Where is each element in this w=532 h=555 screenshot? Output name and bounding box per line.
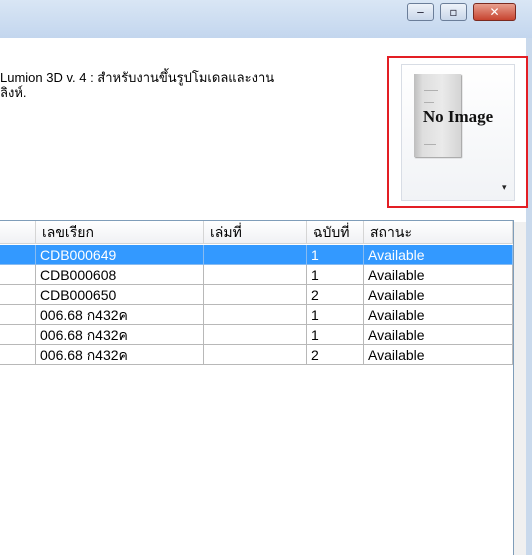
table-row[interactable]: 006.68 ก432ค 2 Available (0, 345, 513, 365)
volume-cell (204, 265, 307, 285)
chevron-down-icon[interactable]: ▾ (502, 183, 507, 193)
status-cell: Available (364, 285, 513, 305)
no-image-label: No Image (422, 107, 494, 126)
copy-cell: 2 (307, 345, 364, 365)
title-bar: ‒ ▫ ✕ (0, 0, 532, 38)
copy-cell: 1 (307, 325, 364, 345)
call-no-cell: 006.68 ก432ค (36, 345, 204, 365)
table-row[interactable]: 006.68 ก432ค 1 Available (0, 305, 513, 325)
call-no-cell: CDB000608 (36, 265, 204, 285)
copy-cell: 1 (307, 265, 364, 285)
copy-cell: 2 (307, 285, 364, 305)
call-no-cell: 006.68 ก432ค (36, 305, 204, 325)
table-row[interactable]: CDB000608 1 Available (0, 265, 513, 285)
table-header-row: เลขเรียก เล่มที่ ฉบับที่ สถานะ (0, 221, 513, 244)
cover-image-button[interactable]: No Image ▾ (401, 64, 515, 201)
copy-cell: 1 (307, 305, 364, 325)
row-spacer-cell (0, 305, 36, 325)
row-spacer-cell (0, 245, 36, 265)
status-cell: Available (364, 345, 513, 365)
status-cell: Available (364, 325, 513, 345)
status-cell: Available (364, 245, 513, 265)
minimize-button[interactable]: ‒ (407, 3, 434, 21)
volume-cell (204, 245, 307, 265)
volume-cell (204, 325, 307, 345)
volume-cell (204, 305, 307, 325)
column-header-blank[interactable] (0, 221, 36, 244)
column-header-copy[interactable]: ฉบับที่ (307, 221, 364, 244)
cover-image-highlight: No Image ▾ (387, 56, 528, 208)
row-spacer-cell (0, 265, 36, 285)
table-row[interactable]: CDB000650 2 Available (0, 285, 513, 305)
item-description: Lumion 3D v. 4 : สำหรับงานขึ้นรูปโมเดลแล… (0, 70, 370, 100)
column-header-volume[interactable]: เล่มที่ (204, 221, 307, 244)
row-spacer-cell (0, 345, 36, 365)
holdings-table: เลขเรียก เล่มที่ ฉบับที่ สถานะ CDB000649… (0, 220, 514, 555)
maximize-button[interactable]: ▫ (440, 3, 467, 21)
call-no-cell: CDB000650 (36, 285, 204, 305)
copy-cell: 1 (307, 245, 364, 265)
column-header-status[interactable]: สถานะ (364, 221, 513, 244)
row-spacer-cell (0, 325, 36, 345)
volume-cell (204, 345, 307, 365)
item-description-line1: Lumion 3D v. 4 : สำหรับงานขึ้นรูปโมเดลแล… (0, 70, 275, 85)
call-no-cell: CDB000649 (36, 245, 204, 265)
table-row[interactable]: CDB000649 1 Available (0, 245, 513, 265)
item-description-line2: ิลิงห์. (0, 85, 27, 100)
close-button[interactable]: ✕ (473, 3, 516, 21)
status-cell: Available (364, 265, 513, 285)
call-no-cell: 006.68 ก432ค (36, 325, 204, 345)
status-cell: Available (364, 305, 513, 325)
table-scrollbar[interactable] (514, 222, 526, 555)
column-header-call-no[interactable]: เลขเรียก (36, 221, 204, 244)
table-row[interactable]: 006.68 ก432ค 1 Available (0, 325, 513, 345)
row-spacer-cell (0, 285, 36, 305)
volume-cell (204, 285, 307, 305)
